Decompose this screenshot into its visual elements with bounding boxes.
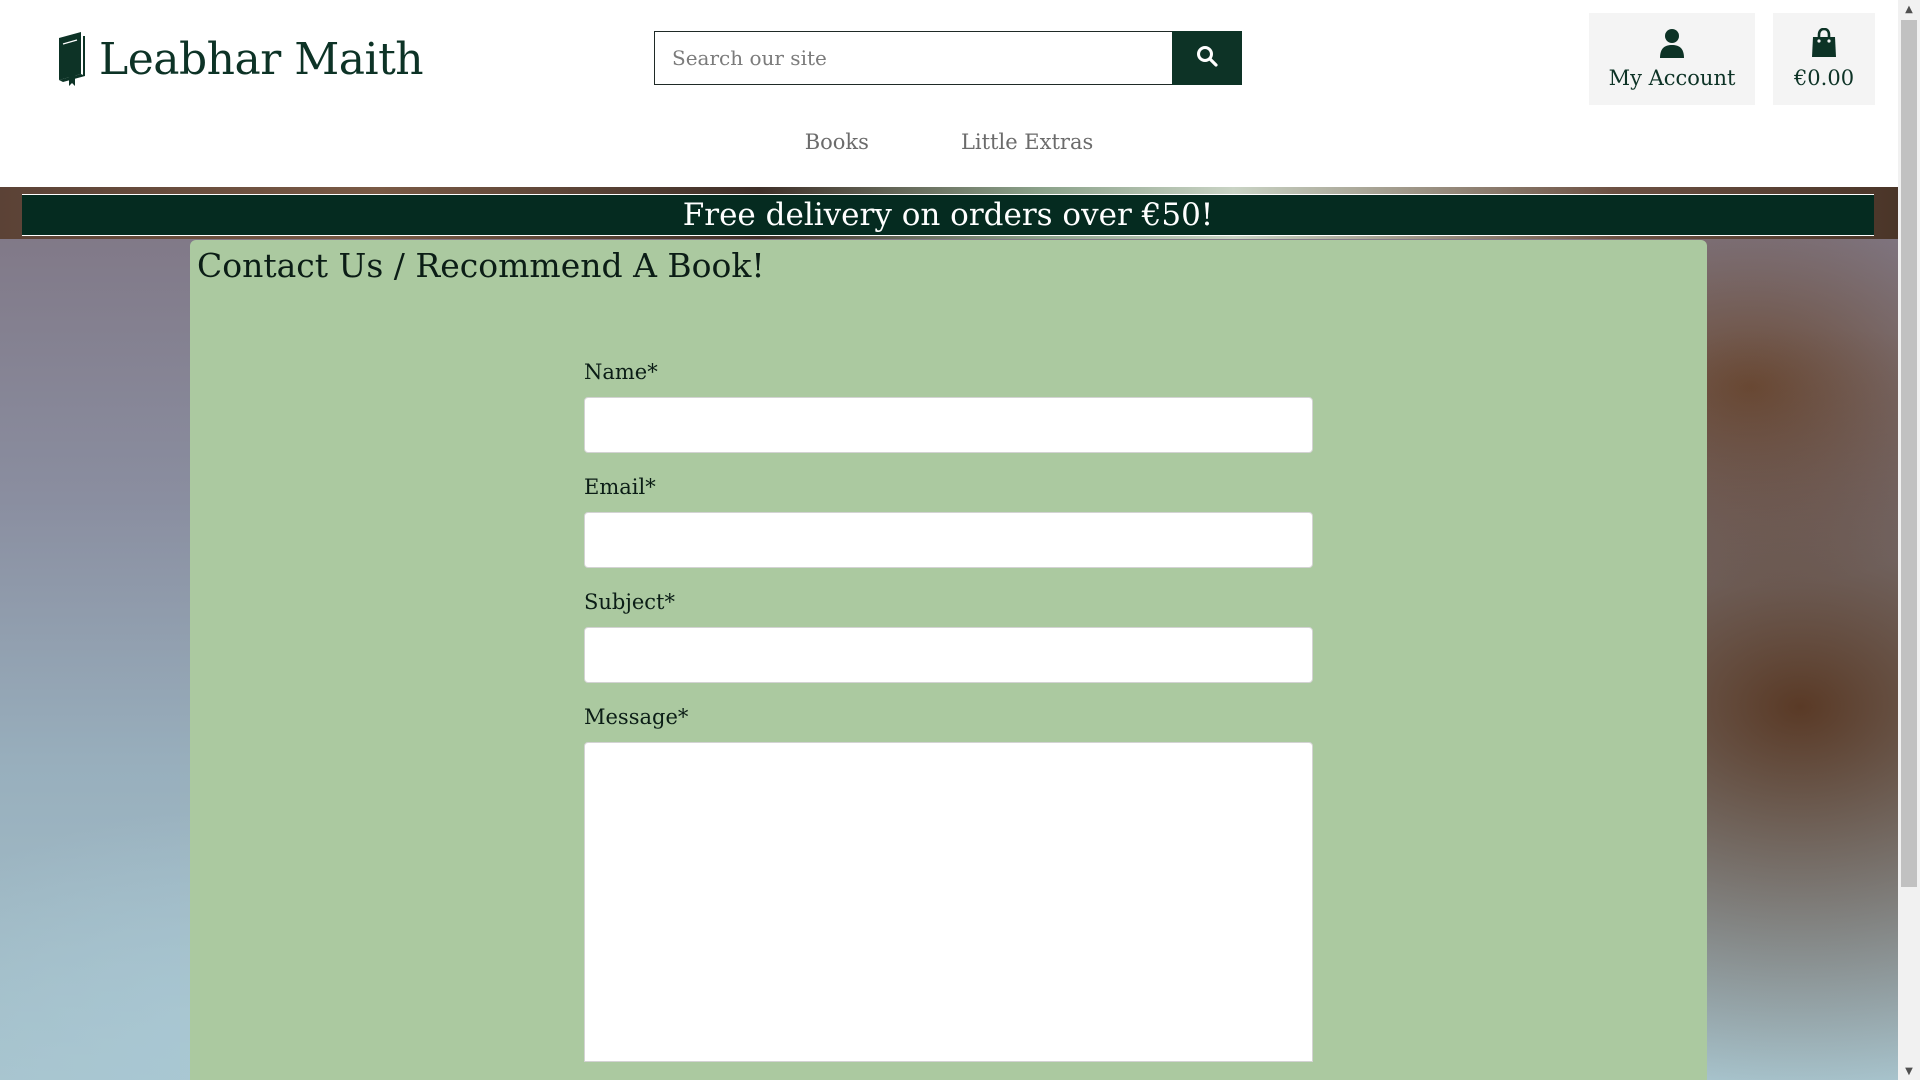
page-scrollbar[interactable]: ▲ ▼ bbox=[1898, 0, 1920, 1080]
shopping-bag-icon bbox=[1811, 27, 1837, 62]
contact-card: Contact Us / Recommend A Book! Name* Ema… bbox=[190, 240, 1707, 1080]
scroll-up-arrow-icon[interactable]: ▲ bbox=[1898, 0, 1920, 18]
site-header: Leabhar Maith My Account bbox=[0, 0, 1898, 187]
contact-form: Name* Email* Subject* Message* bbox=[584, 360, 1313, 1062]
search-icon bbox=[1196, 45, 1218, 71]
name-field[interactable] bbox=[584, 397, 1313, 453]
delivery-banner: Free delivery on orders over €50! bbox=[22, 194, 1874, 236]
nav-item-books[interactable]: Books bbox=[805, 130, 869, 154]
message-field[interactable] bbox=[584, 742, 1313, 1062]
subject-label: Subject* bbox=[584, 590, 675, 614]
my-account-button[interactable]: My Account bbox=[1589, 13, 1755, 105]
search-input[interactable] bbox=[654, 31, 1172, 85]
cart-button[interactable]: €0.00 bbox=[1773, 13, 1875, 105]
email-label: Email* bbox=[584, 475, 656, 499]
site-logo[interactable]: Leabhar Maith bbox=[55, 30, 424, 90]
delivery-banner-text: Free delivery on orders over €50! bbox=[682, 197, 1214, 233]
email-field[interactable] bbox=[584, 512, 1313, 568]
name-label: Name* bbox=[584, 360, 658, 384]
scrollbar-thumb[interactable] bbox=[1901, 20, 1917, 887]
book-icon bbox=[55, 30, 99, 90]
search-bar bbox=[654, 31, 1242, 85]
scroll-down-arrow-icon[interactable]: ▼ bbox=[1898, 1062, 1920, 1080]
main-nav: Books Little Extras bbox=[0, 130, 1898, 154]
search-button[interactable] bbox=[1172, 31, 1242, 85]
cart-total: €0.00 bbox=[1793, 66, 1855, 90]
my-account-label: My Account bbox=[1608, 66, 1736, 90]
message-label: Message* bbox=[584, 705, 689, 729]
user-icon bbox=[1659, 28, 1685, 62]
page-title: Contact Us / Recommend A Book! bbox=[197, 246, 765, 285]
subject-field[interactable] bbox=[584, 627, 1313, 683]
brand-name: Leabhar Maith bbox=[99, 34, 424, 85]
nav-item-little-extras[interactable]: Little Extras bbox=[961, 130, 1093, 154]
